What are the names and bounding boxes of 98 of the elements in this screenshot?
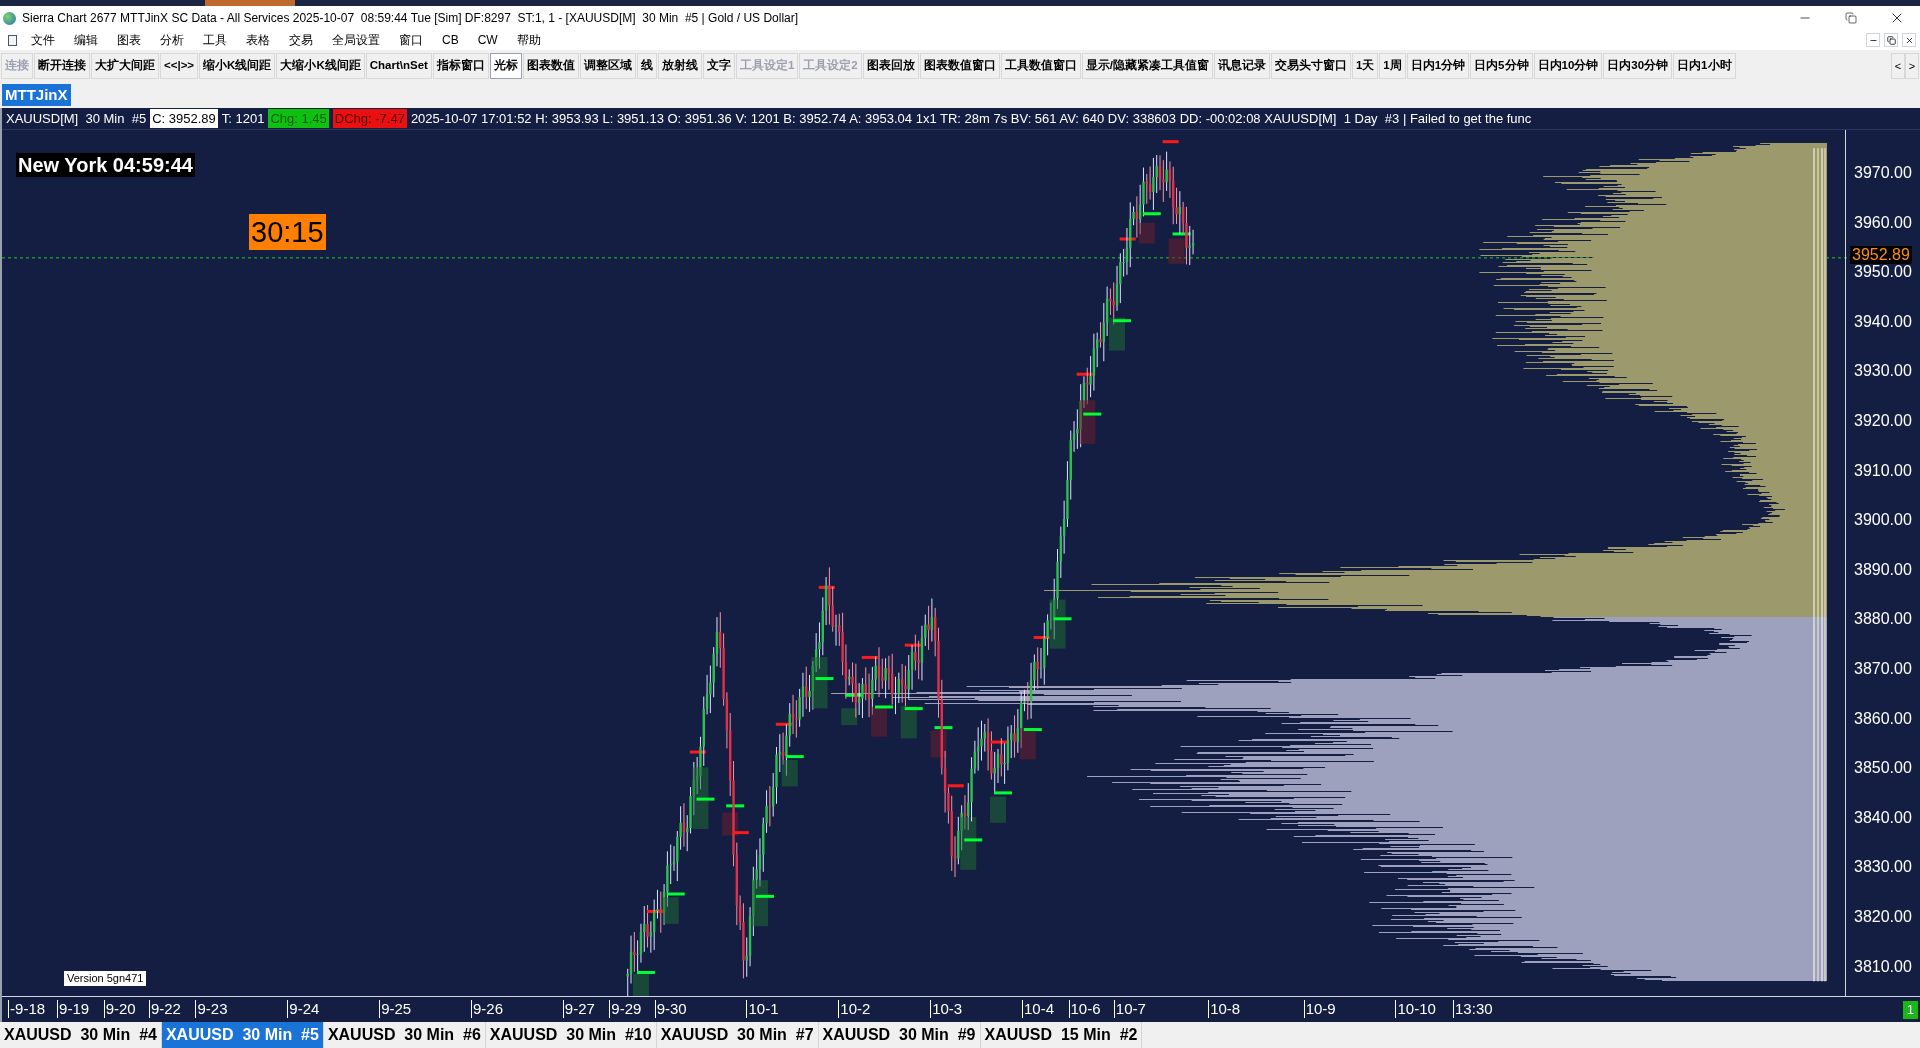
toolbar-button[interactable]: Chart\nSet <box>365 53 432 79</box>
menu-item[interactable]: 窗口 <box>399 31 423 49</box>
toolbar-button[interactable]: 日内1分钟 <box>1406 53 1470 79</box>
toolbar-button[interactable]: 指标窗口 <box>432 53 489 79</box>
clock-label: New York 04:59:44 <box>16 153 195 177</box>
price-label: 3830.00 <box>1854 858 1912 877</box>
toolbar-button[interactable]: 日内30分钟 <box>1603 53 1673 79</box>
toolbar-button[interactable]: 大扩大间距 <box>91 53 159 79</box>
date-label: 13:30 <box>1453 1000 1493 1018</box>
menu-item[interactable]: 图表 <box>117 31 141 49</box>
restore-icon[interactable] <box>1884 33 1898 47</box>
price-label: 3900.00 <box>1854 511 1912 530</box>
date-label: 9-25 <box>379 1000 412 1018</box>
date-label: 10-7 <box>1113 1000 1146 1018</box>
document-icon <box>8 34 17 46</box>
price-label: 3950.00 <box>1854 263 1912 282</box>
version-label: Version 5gn471 <box>64 971 147 986</box>
menu-item[interactable]: 表格 <box>246 31 270 49</box>
date-label: 9-19 <box>57 1000 90 1018</box>
status-badge: 1 <box>1902 1001 1918 1019</box>
price-label: 3920.00 <box>1854 412 1912 430</box>
window-title: Sierra Chart 2677 MTTJinX SC Data - All Services 2025-10-07 08:59:44 Tue [Sim] DF:8297 ST:1, 1 - [XAUUSD[M] 30 Min #5 | Gold / US Dollar] <box>22 10 799 27</box>
toolbar-button[interactable]: 断开连接 <box>34 53 90 79</box>
chartbook-tab[interactable]: MTTJinX <box>2 84 71 106</box>
menu-item[interactable]: CB <box>442 31 459 49</box>
toolbar-button[interactable]: 大缩小K线间距 <box>276 53 365 79</box>
chart-tab[interactable]: XAUUSD 30 Min #5 <box>161 1022 324 1048</box>
toolbar-button[interactable]: 文字 <box>702 53 735 79</box>
menu-item[interactable]: CW <box>477 31 498 49</box>
toolbar-button[interactable]: 日内1小时 <box>1673 53 1736 79</box>
date-label: 9-30 <box>654 1000 687 1018</box>
info-text: XAUUSD[M] 30 Min #5 <box>6 109 147 128</box>
price-label: 3880.00 <box>1854 610 1912 629</box>
price-label: 3810.00 <box>1854 957 1912 976</box>
close-icon[interactable] <box>1902 33 1916 47</box>
toolbar-button[interactable]: 显示/隐藏紧凑工具值窗 <box>1081 53 1213 79</box>
price-label: 3890.00 <box>1854 560 1912 579</box>
price-label: 3970.00 <box>1854 164 1912 182</box>
date-label: 10-1 <box>746 1000 779 1018</box>
price-label: 3940.00 <box>1854 312 1912 331</box>
menu-item[interactable]: 工具 <box>203 31 227 49</box>
price-label: 3850.00 <box>1854 759 1912 778</box>
price-label: 3820.00 <box>1854 908 1912 926</box>
menu-item[interactable]: 分析 <box>160 31 184 49</box>
price-label: 3840.00 <box>1854 808 1912 827</box>
toolbar-button[interactable]: 交易头寸窗口 <box>1270 53 1351 79</box>
restore-icon <box>1845 12 1857 24</box>
toolbar-button[interactable]: 图表回放 <box>862 53 919 79</box>
toolbar-button[interactable]: 缩小K线间距 <box>199 53 276 79</box>
toolbar-button[interactable]: 工具数值窗口 <box>1000 53 1081 79</box>
toolbar-button[interactable]: 线 <box>636 53 657 79</box>
price-label: 3860.00 <box>1854 709 1912 728</box>
price-label: 3910.00 <box>1854 461 1912 480</box>
date-label: 10-6 <box>1068 1000 1101 1018</box>
date-label: 10-10 <box>1395 1000 1436 1018</box>
date-label: 9-26 <box>470 1000 503 1018</box>
menu-item[interactable]: 帮助 <box>516 31 541 49</box>
scroll-button[interactable]: < <box>1891 53 1905 79</box>
date-label: 9-24 <box>287 1000 320 1018</box>
date-label: 10-8 <box>1208 1000 1241 1018</box>
toolbar-button[interactable]: 1天 <box>1351 53 1379 79</box>
info-text: 2025-10-07 17:01:52 H: 3953.93 L: 3951.13 O: 3951.36 V: 1201 B: 3952.74 A: 3953.04 1x1 TR: 28m 7s BV: 561 AV: 640 DV: 338603 DD: -00:02:08 XAUUSD[M] 1 Day #3 | Failed to get the func <box>410 109 1532 128</box>
toolbar-button[interactable]: 放射线 <box>657 53 702 79</box>
bar-timer: 30:15 <box>249 214 326 250</box>
scroll-button[interactable]: > <box>1905 53 1919 79</box>
date-label: 9-23 <box>195 1000 228 1018</box>
toolbar-button[interactable]: 图表数值 <box>522 53 579 79</box>
toolbar-button[interactable]: 调整区域 <box>579 53 636 79</box>
toolbar-button[interactable]: <<|>> <box>160 53 199 79</box>
toolbar-button[interactable]: 1周 <box>1379 53 1406 79</box>
price-label: 3960.00 <box>1854 213 1912 232</box>
info-text: DChg: -7.47 <box>332 108 407 129</box>
date-label: 9-22 <box>148 1000 181 1018</box>
date-label: -9-18 <box>8 1000 46 1018</box>
minimize-icon[interactable] <box>1866 33 1880 47</box>
menu-item[interactable]: 全局设置 <box>332 31 380 49</box>
toolbar-button[interactable]: 日内10分钟 <box>1533 53 1603 79</box>
info-text: Chg: 1.45 <box>268 108 329 129</box>
current-price-label: 3952.89 <box>1850 245 1912 264</box>
app-icon <box>3 11 16 25</box>
info-text: C: 3952.89 <box>150 108 218 129</box>
price-label: 3870.00 <box>1854 660 1912 678</box>
date-label: 10-2 <box>838 1000 871 1018</box>
date-label: 10-4 <box>1022 1000 1055 1018</box>
date-label: 9-20 <box>103 1000 136 1018</box>
date-label: 10-9 <box>1303 1000 1336 1018</box>
toolbar-button[interactable]: 讯息记录 <box>1213 53 1270 79</box>
menu-item[interactable]: 文件 <box>31 31 55 49</box>
menu-item[interactable]: 编辑 <box>74 31 98 49</box>
date-label: 9-29 <box>609 1000 642 1018</box>
info-text: T: 1201 <box>221 109 265 128</box>
toolbar-button[interactable]: 日内5分钟 <box>1470 53 1533 79</box>
toolbar-button[interactable]: 光标 <box>489 53 522 79</box>
toolbar-button[interactable]: 图表数值窗口 <box>919 53 1000 79</box>
date-label: 10-3 <box>930 1000 963 1018</box>
menu-item[interactable]: 交易 <box>289 31 313 49</box>
price-label: 3930.00 <box>1854 362 1912 381</box>
date-label: 9-27 <box>562 1000 595 1018</box>
